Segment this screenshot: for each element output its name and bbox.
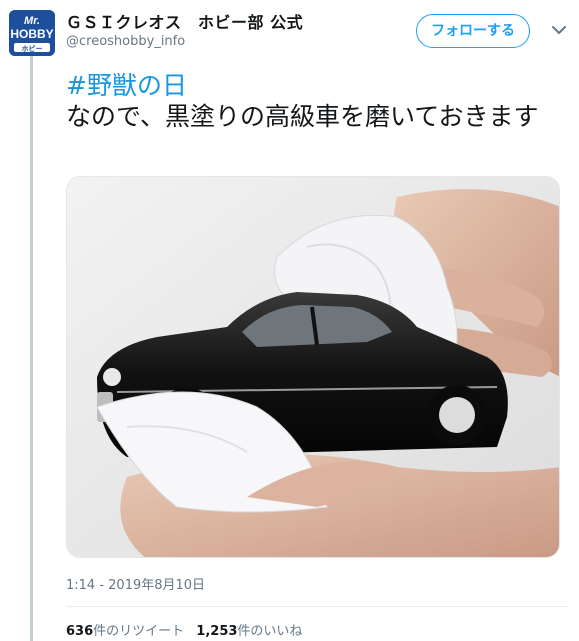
avatar-logo-main: HOBBY (10, 27, 53, 41)
display-name[interactable]: ＧＳＩクレオス ホビー部 公式 (66, 9, 303, 33)
likes-stat[interactable]: 1,253件のいいね (196, 624, 302, 639)
thread-line (30, 54, 33, 641)
tweet-timestamp[interactable]: 1:14 - 2019年8月10日 (66, 574, 205, 593)
tweet-stats: 636件のリツイート 1,253件のいいね (66, 620, 310, 639)
follow-button[interactable]: フォローする (416, 14, 530, 48)
tweet-body: なので、黒塗りの高級車を磨いておきます (66, 102, 539, 131)
retweets-stat[interactable]: 636件のリツイート (66, 624, 184, 639)
retweets-count: 636 (66, 624, 94, 639)
user-handle[interactable]: @creoshobby_info (66, 34, 185, 49)
avatar-logo-sub: ホビー (22, 44, 43, 53)
likes-label: 件のいいね (237, 624, 303, 639)
retweets-label: 件のリツイート (93, 624, 185, 639)
tweet-text: #野獣の日 なので、黒塗りの高級車を磨いておきます (66, 70, 566, 132)
likes-count: 1,253 (196, 624, 238, 639)
chevron-down-icon[interactable] (551, 24, 567, 36)
hashtag-link[interactable]: #野獣の日 (66, 70, 566, 101)
divider (66, 606, 569, 607)
mr-hobby-logo: Mr. HOBBY ホビー (9, 10, 55, 56)
avatar-logo-top: Mr. (24, 15, 40, 27)
car-photo-image (67, 177, 559, 557)
tweet-media[interactable] (66, 176, 560, 558)
avatar[interactable]: Mr. HOBBY ホビー (9, 10, 55, 56)
